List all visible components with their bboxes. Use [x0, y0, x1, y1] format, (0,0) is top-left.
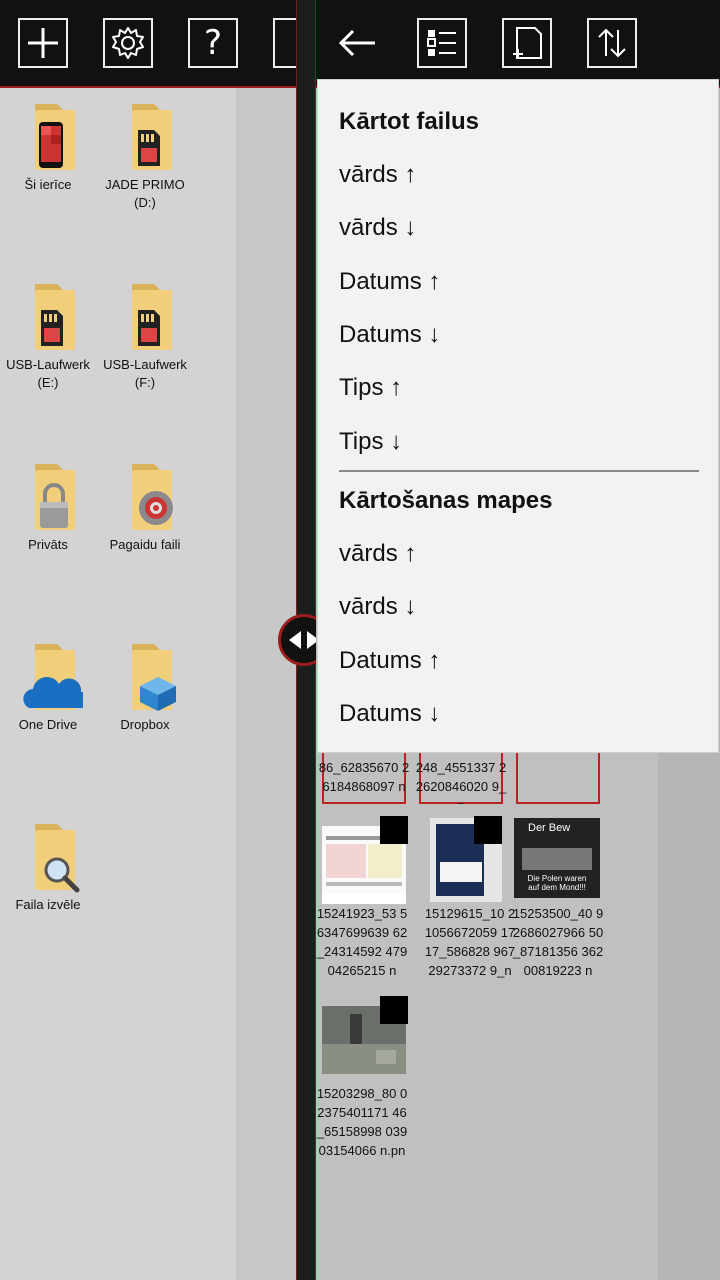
magnifier-folder-icon [13, 820, 83, 893]
select-checkbox[interactable] [380, 816, 408, 844]
left-toolbar: ? [0, 0, 296, 88]
add-button[interactable] [18, 18, 68, 68]
plus-icon [28, 28, 58, 58]
thumbnail-caption: Der Bew [528, 822, 571, 834]
right-toolbar [316, 0, 720, 88]
location-label: USB-Laufwerk (F:) [103, 357, 187, 390]
location-label: Faila izvēle [15, 897, 81, 912]
onedrive-folder-icon [13, 640, 89, 710]
file-thumbnail: Der Bew Die Polen waren auf dem Mond!!! [514, 818, 600, 898]
file-name: 248_4551337 22620846020 9_n [415, 760, 507, 804]
list-view-icon [427, 30, 456, 56]
sort-files-name-asc[interactable]: vārds ↑ [339, 161, 416, 189]
sort-folders-heading: Kārtošanas mapes [339, 487, 553, 514]
file-name: 15203298_80 02375401171 46_65158998 0390… [316, 1086, 408, 1158]
sort-button[interactable] [587, 18, 637, 68]
sort-files-type-asc[interactable]: Tips ↑ [339, 374, 402, 402]
menu-separator [339, 470, 699, 472]
select-checkbox[interactable] [380, 996, 408, 1024]
sort-files-date-desc[interactable]: Datums ↓ [339, 321, 440, 349]
location-label: Dropbox [120, 717, 170, 732]
file-name: 15129615_10 21056672059 1717_586828 9672… [424, 906, 516, 978]
location-usb-f[interactable]: USB-Laufwerk (F:) [97, 280, 193, 392]
file-name: 86_62835670 26184868097 n [318, 760, 410, 794]
sort-files-heading: Kārtot failus [339, 108, 480, 135]
sd-card-folder-icon [110, 280, 180, 350]
sort-folders-date-asc[interactable]: Datums ↑ [339, 647, 440, 675]
settings-button[interactable] [103, 18, 153, 68]
file-item[interactable]: 15129615_10 21056672059 1717_586828 9672… [424, 816, 516, 986]
location-usb-e[interactable]: USB-Laufwerk (E:) [0, 280, 96, 392]
sort-menu: Kārtot failus vārds ↑ vārds ↓ Datums ↑ D… [318, 80, 718, 752]
phone-folder-icon [13, 100, 83, 170]
new-folder-icon [513, 27, 542, 59]
location-label: One Drive [18, 717, 78, 732]
lock-folder-icon [13, 460, 83, 530]
location-label: Privāts [28, 537, 68, 552]
sd-card-folder-icon [13, 280, 83, 350]
file-item[interactable]: Der Bew Die Polen waren auf dem Mond!!! … [512, 816, 604, 986]
location-this-device[interactable]: Ši ierīce [0, 100, 96, 194]
back-arrow-icon [338, 29, 375, 57]
location-onedrive[interactable]: One Drive [0, 640, 96, 734]
sort-folders-name-asc[interactable]: vārds ↑ [339, 540, 416, 568]
location-private[interactable]: Privāts [0, 460, 96, 554]
gear-folder-icon [110, 460, 180, 530]
sort-icon [598, 28, 626, 58]
sort-files-date-asc[interactable]: Datums ↑ [339, 268, 440, 296]
sort-folders-date-desc[interactable]: Datums ↓ [339, 700, 440, 728]
gear-icon [112, 27, 144, 59]
location-label: Pagaidu faili [109, 537, 181, 552]
help-icon: ? [203, 23, 223, 63]
location-label: USB-Laufwerk (E:) [6, 357, 90, 390]
location-temp-files[interactable]: Pagaidu faili [97, 460, 193, 554]
file-name: 15253500_40 92686027966 50_87181356 3620… [512, 906, 604, 978]
location-file-picker[interactable]: Faila izvēle [0, 820, 96, 914]
location-label: JADE PRIMO (D:) [105, 177, 185, 210]
file-item[interactable]: 15241923_53 56347699639 62_24314592 4790… [316, 816, 408, 986]
select-checkbox[interactable] [474, 816, 502, 844]
new-folder-button[interactable] [502, 18, 552, 68]
sort-files-type-desc[interactable]: Tips ↓ [339, 428, 402, 456]
sd-card-folder-icon [110, 100, 180, 170]
dropbox-folder-icon [110, 640, 180, 711]
file-item[interactable]: 15203298_80 02375401171 46_65158998 0390… [316, 996, 408, 1166]
location-label: Ši ierīce [24, 177, 72, 192]
location-jade-primo[interactable]: JADE PRIMO (D:) [97, 100, 193, 212]
help-button[interactable]: ? [188, 18, 238, 68]
left-pane: ? Ši ierīce JADE PRIMO (D:) USB-Laufwerk… [0, 0, 296, 1280]
location-dropbox[interactable]: Dropbox [97, 640, 193, 734]
sort-files-name-desc[interactable]: vārds ↓ [339, 214, 416, 242]
back-button[interactable] [332, 18, 382, 68]
list-view-button[interactable] [417, 18, 467, 68]
file-name: 15241923_53 56347699639 62_24314592 4790… [316, 906, 408, 978]
sort-folders-name-desc[interactable]: vārds ↓ [339, 593, 416, 621]
partial-toolbar-button[interactable] [273, 18, 296, 68]
thumbnail-caption: Die Polen waren auf dem Mond!!! [527, 874, 587, 892]
